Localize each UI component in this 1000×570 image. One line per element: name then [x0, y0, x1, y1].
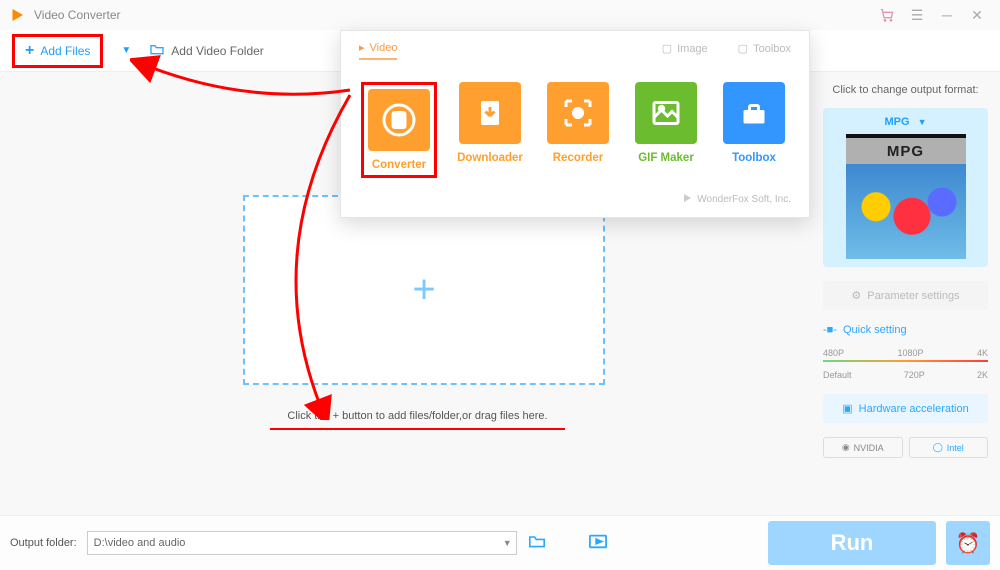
- popover-item-downloader-label: Downloader: [457, 152, 523, 164]
- popover-tab-video-label: Video: [370, 42, 398, 54]
- gpu-intel-label: Intel: [947, 443, 964, 453]
- add-video-folder-label: Add Video Folder: [171, 44, 264, 58]
- tick-default: Default: [823, 370, 852, 380]
- gpu-nvidia-button[interactable]: ◉ NVIDIA: [823, 437, 903, 458]
- media-folder-icon[interactable]: [587, 532, 609, 555]
- gpu-nvidia-label: NVIDIA: [854, 443, 884, 453]
- title-bar: Video Converter ☰ ─ ✕: [0, 0, 1000, 30]
- popover-item-recorder[interactable]: Recorder: [543, 82, 613, 178]
- drop-zone-hint: Click the + button to add files/folder,o…: [270, 410, 565, 430]
- clock-icon: ⏰: [956, 531, 981, 556]
- cart-icon[interactable]: [872, 5, 902, 25]
- run-button[interactable]: Run: [768, 521, 936, 565]
- run-button-label: Run: [831, 530, 874, 556]
- add-video-folder-button[interactable]: Add Video Folder: [149, 42, 264, 59]
- output-folder-label: Output folder:: [10, 537, 77, 549]
- add-files-plus-icon: +: [412, 268, 435, 313]
- right-panel: Click to change output format: MPG ▼ MPG…: [823, 80, 988, 458]
- gpu-row: ◉ NVIDIA ◯ Intel: [823, 437, 988, 458]
- video-tab-icon: ▸: [359, 41, 365, 54]
- hardware-acceleration-button[interactable]: ▣ Hardware acceleration: [823, 394, 988, 423]
- footer-bar: Output folder: D:\video and audio ▼ Run …: [0, 515, 1000, 570]
- open-folder-icon[interactable]: [527, 533, 547, 554]
- output-format-selector[interactable]: MPG ▼: [831, 116, 980, 128]
- brand-logo-icon: [8, 6, 26, 24]
- add-files-label: Add Files: [40, 44, 90, 58]
- add-files-dropdown-icon[interactable]: ▼: [121, 45, 131, 56]
- hw-accel-label: Hardware acceleration: [859, 403, 969, 415]
- slider-track: [823, 360, 988, 362]
- schedule-button[interactable]: ⏰: [946, 521, 990, 565]
- preview-image: [846, 164, 966, 259]
- popover-item-recorder-label: Recorder: [553, 152, 604, 164]
- minimize-button[interactable]: ─: [932, 5, 962, 25]
- app-title: Video Converter: [34, 8, 872, 22]
- company-logo-icon: [681, 192, 693, 207]
- output-format-hint: Click to change output format:: [823, 80, 988, 100]
- popover-tab-toolbox[interactable]: ▢ Toolbox: [738, 42, 791, 59]
- popover-item-converter[interactable]: Converter: [361, 82, 437, 178]
- intel-icon: ◯: [933, 442, 943, 453]
- sliders-icon: ⚙: [851, 289, 861, 302]
- output-folder-value: D:\video and audio: [94, 537, 186, 549]
- popover-item-gif-label: GIF Maker: [638, 152, 694, 164]
- popover-tabs: ▸ Video ▢ Image ▢ Toolbox: [355, 41, 795, 68]
- tools-popover: ▸ Video ▢ Image ▢ Toolbox Converter Down…: [340, 30, 810, 218]
- nvidia-icon: ◉: [842, 442, 850, 453]
- output-format-box[interactable]: MPG ▼ MPG: [823, 108, 988, 267]
- quality-slider[interactable]: 480P 1080P 4K Default 720P 2K: [823, 348, 988, 376]
- gear-icon[interactable]: ☰: [902, 5, 932, 25]
- add-files-button[interactable]: + Add Files: [12, 34, 103, 68]
- popover-tab-image-label: Image: [677, 43, 708, 55]
- popover-item-downloader[interactable]: Downloader: [455, 82, 525, 178]
- format-preview-label: MPG: [846, 138, 966, 164]
- popover-grid: Converter Downloader Recorder GIF Maker …: [355, 68, 795, 188]
- output-format-label: MPG: [885, 116, 910, 128]
- tick-720p: 720P: [904, 370, 925, 380]
- plus-icon: +: [25, 42, 34, 60]
- output-folder-input[interactable]: D:\video and audio ▼: [87, 531, 517, 555]
- toolbox-tab-icon: ▢: [738, 42, 748, 55]
- popover-item-toolbox-label: Toolbox: [732, 152, 776, 164]
- gpu-intel-button[interactable]: ◯ Intel: [909, 437, 989, 458]
- tick-1080p: 1080P: [897, 348, 923, 358]
- popover-tab-toolbox-label: Toolbox: [753, 43, 791, 55]
- popover-item-gif[interactable]: GIF Maker: [631, 82, 701, 178]
- popover-tab-image[interactable]: ▢ Image: [662, 42, 708, 59]
- company-name: WonderFox Soft, Inc.: [697, 194, 791, 205]
- chevron-down-icon: ▼: [918, 117, 927, 127]
- popover-tab-video[interactable]: ▸ Video: [359, 41, 397, 60]
- quick-setting-icon: -■-: [823, 324, 837, 336]
- popover-item-toolbox[interactable]: Toolbox: [719, 82, 789, 178]
- close-button[interactable]: ✕: [962, 5, 992, 25]
- quick-setting-label-row: -■- Quick setting: [823, 324, 988, 336]
- tick-2k: 2K: [977, 370, 988, 380]
- parameter-settings-label: Parameter settings: [867, 290, 959, 302]
- parameter-settings-button[interactable]: ⚙ Parameter settings: [823, 281, 988, 310]
- image-tab-icon: ▢: [662, 42, 672, 55]
- video-folder-icon: [149, 42, 165, 59]
- tick-480p: 480P: [823, 348, 844, 358]
- chevron-down-icon[interactable]: ▼: [503, 538, 512, 548]
- popover-footer: WonderFox Soft, Inc.: [355, 188, 795, 211]
- popover-item-converter-label: Converter: [372, 159, 426, 171]
- tick-4k: 4K: [977, 348, 988, 358]
- quick-setting-label: Quick setting: [843, 324, 907, 336]
- chip-icon: ▣: [842, 402, 852, 415]
- format-preview-thumb: MPG: [846, 134, 966, 259]
- file-drop-zone[interactable]: +: [243, 195, 605, 385]
